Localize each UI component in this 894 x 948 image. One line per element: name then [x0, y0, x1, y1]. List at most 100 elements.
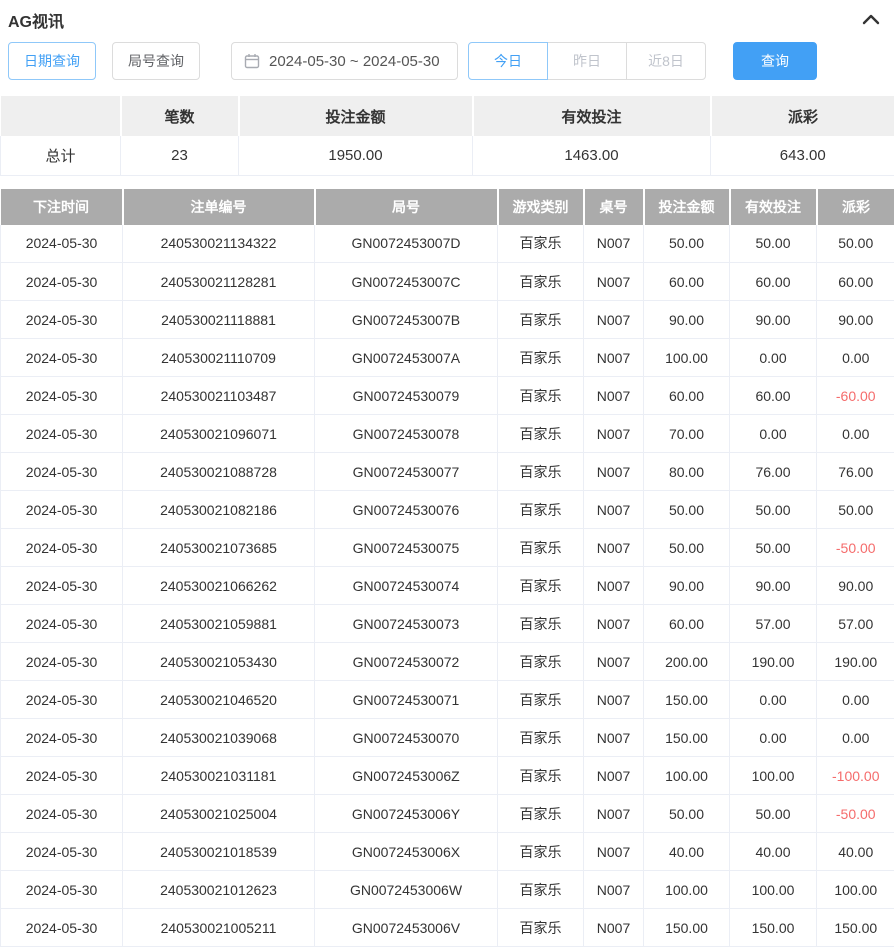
date-range-value: 2024-05-30 ~ 2024-05-30 [269, 53, 440, 70]
table-cell: N007 [584, 795, 644, 833]
table-cell: 百家乐 [498, 263, 584, 301]
table-cell: 2024-05-30 [1, 415, 123, 453]
table-cell: 0.00 [730, 681, 817, 719]
records-column-header: 游戏类别 [498, 189, 584, 225]
table-cell: 90.00 [817, 301, 894, 339]
table-cell: 百家乐 [498, 225, 584, 263]
table-cell: 2024-05-30 [1, 605, 123, 643]
table-cell: 50.00 [730, 795, 817, 833]
table-cell: 90.00 [644, 567, 730, 605]
table-cell: 百家乐 [498, 339, 584, 377]
table-cell: 2024-05-30 [1, 871, 123, 909]
table-cell: -50.00 [817, 529, 894, 567]
search-button[interactable]: 查询 [733, 42, 817, 80]
summary-total-bet-amount: 1950.00 [239, 136, 473, 175]
table-cell: 100.00 [644, 871, 730, 909]
table-cell: 百家乐 [498, 795, 584, 833]
summary-total-label: 总计 [1, 136, 121, 175]
table-cell: 0.00 [730, 339, 817, 377]
table-cell: 2024-05-30 [1, 757, 123, 795]
table-row: 2024-05-30240530021082186GN00724530076百家… [1, 491, 894, 529]
table-row: 2024-05-30240530021059881GN00724530073百家… [1, 605, 894, 643]
table-row: 2024-05-30240530021088728GN00724530077百家… [1, 453, 894, 491]
table-cell: 百家乐 [498, 681, 584, 719]
table-cell: 百家乐 [498, 757, 584, 795]
table-cell: 50.00 [644, 795, 730, 833]
table-cell: 2024-05-30 [1, 301, 123, 339]
table-cell: 百家乐 [498, 453, 584, 491]
summary-total-valid-bet: 1463.00 [473, 136, 711, 175]
table-cell: 2024-05-30 [1, 719, 123, 757]
table-cell: GN0072453006Z [315, 757, 498, 795]
table-cell: 90.00 [817, 567, 894, 605]
table-row: 2024-05-30240530021128281GN0072453007C百家… [1, 263, 894, 301]
table-cell: N007 [584, 339, 644, 377]
table-cell: GN00724530076 [315, 491, 498, 529]
table-cell: 2024-05-30 [1, 567, 123, 605]
table-row: 2024-05-30240530021031181GN0072453006Z百家… [1, 757, 894, 795]
date-range-picker[interactable]: 2024-05-30 ~ 2024-05-30 [231, 42, 458, 80]
table-cell: N007 [584, 491, 644, 529]
table-cell: 2024-05-30 [1, 909, 123, 947]
quick-range-last8days[interactable]: 近8日 [626, 42, 706, 80]
table-cell: N007 [584, 377, 644, 415]
table-cell: 100.00 [644, 757, 730, 795]
summary-total-row: 总计 23 1950.00 1463.00 643.00 [1, 136, 894, 175]
table-cell: 0.00 [730, 719, 817, 757]
table-cell: GN0072453006W [315, 871, 498, 909]
summary-total-count: 23 [121, 136, 239, 175]
table-cell: 240530021031181 [123, 757, 315, 795]
table-row: 2024-05-30240530021039068GN00724530070百家… [1, 719, 894, 757]
table-cell: 2024-05-30 [1, 795, 123, 833]
table-cell: GN0072453006X [315, 833, 498, 871]
table-cell: N007 [584, 681, 644, 719]
table-cell: 百家乐 [498, 605, 584, 643]
table-cell: 2024-05-30 [1, 491, 123, 529]
summary-col-count: 笔数 [121, 96, 239, 136]
table-cell: 50.00 [730, 225, 817, 263]
table-cell: 百家乐 [498, 377, 584, 415]
table-row: 2024-05-30240530021066262GN00724530074百家… [1, 567, 894, 605]
table-cell: 150.00 [644, 909, 730, 947]
table-cell: 2024-05-30 [1, 643, 123, 681]
table-row: 2024-05-30240530021073685GN00724530075百家… [1, 529, 894, 567]
table-cell: 60.00 [644, 263, 730, 301]
summary-header-row: 笔数 投注金额 有效投注 派彩 [1, 96, 894, 136]
table-cell: GN00724530071 [315, 681, 498, 719]
records-column-header: 派彩 [817, 189, 894, 225]
table-row: 2024-05-30240530021103487GN00724530079百家… [1, 377, 894, 415]
table-cell: 57.00 [817, 605, 894, 643]
round-query-button[interactable]: 局号查询 [112, 42, 200, 80]
table-row: 2024-05-30240530021005211GN0072453006V百家… [1, 909, 894, 947]
table-cell: GN00724530078 [315, 415, 498, 453]
table-row: 2024-05-30240530021110709GN0072453007A百家… [1, 339, 894, 377]
table-cell: 0.00 [817, 339, 894, 377]
table-cell: GN00724530072 [315, 643, 498, 681]
summary-col-blank [1, 96, 121, 136]
table-cell: GN0072453007C [315, 263, 498, 301]
table-cell: -50.00 [817, 795, 894, 833]
chevron-up-icon[interactable] [862, 14, 880, 25]
table-cell: 100.00 [644, 339, 730, 377]
date-query-button[interactable]: 日期查询 [8, 42, 96, 80]
table-cell: N007 [584, 567, 644, 605]
table-row: 2024-05-30240530021134322GN0072453007D百家… [1, 225, 894, 263]
quick-range-yesterday[interactable]: 昨日 [547, 42, 627, 80]
table-cell: 50.00 [644, 225, 730, 263]
table-cell: N007 [584, 909, 644, 947]
table-cell: 57.00 [730, 605, 817, 643]
table-cell: -60.00 [817, 377, 894, 415]
table-cell: 百家乐 [498, 871, 584, 909]
records-header-row: 下注时间注单编号局号游戏类别桌号投注金额有效投注派彩 [1, 189, 894, 225]
summary-total-payout: 643.00 [711, 136, 894, 175]
table-cell: N007 [584, 529, 644, 567]
panel-title: AG视讯 [8, 8, 64, 32]
table-cell: 240530021039068 [123, 719, 315, 757]
table-cell: 0.00 [817, 415, 894, 453]
quick-range-today[interactable]: 今日 [468, 42, 548, 80]
table-row: 2024-05-30240530021018539GN0072453006X百家… [1, 833, 894, 871]
ag-video-panel: AG视讯 日期查询 局号查询 2024-05-30 ~ 2024-05-30 今… [0, 0, 894, 947]
records-column-header: 有效投注 [730, 189, 817, 225]
table-cell: 150.00 [644, 719, 730, 757]
table-cell: 150.00 [730, 909, 817, 947]
